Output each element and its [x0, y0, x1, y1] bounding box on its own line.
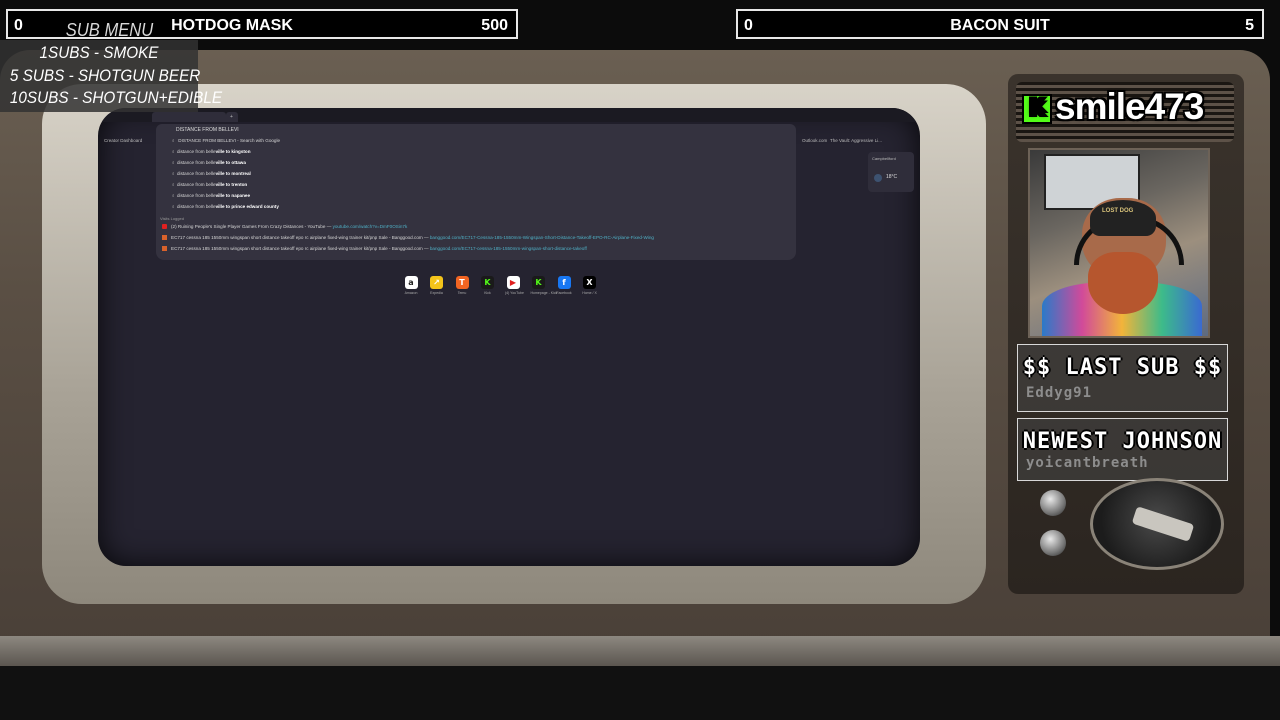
newest-johnson-name: yoicantbreath: [1026, 455, 1149, 471]
shortcut-tile[interactable]: K Homepage - Kick: [530, 276, 558, 295]
bookmark-item[interactable]: Creator Dashboard: [104, 138, 142, 143]
banggood-icon: [162, 246, 167, 252]
shortcut-icon: K: [481, 276, 494, 289]
search-suggestion[interactable]: ⌕ distance from belleville to napanee: [172, 193, 250, 198]
browser-tabstrip: +: [98, 108, 920, 122]
search-suggestion[interactable]: ⌕ distance from belleville to prince edwa…: [172, 204, 279, 209]
search-icon: ⌕: [172, 138, 175, 143]
search-suggestion[interactable]: ⌕ distance from belleville to trenton: [172, 182, 247, 187]
shortcut-tiles: a Amazon ↗ Expedia T Temu K Kick ▶ (4) YouTube K Ho…: [403, 276, 603, 306]
shortcut-label: Kick: [484, 291, 491, 295]
weather-icon: [874, 174, 882, 182]
shortcut-tile[interactable]: a Amazon: [403, 276, 419, 295]
shortcut-tile[interactable]: f Facebook: [556, 276, 572, 295]
channel-dial: [1090, 478, 1224, 570]
submenu-item: 1SUBS - SMOKE: [39, 43, 159, 62]
address-text: DISTANCE FROM BELLEVI: [176, 127, 239, 133]
newest-johnson-box: NEWEST JOHNSON yoicantbreath: [1017, 418, 1228, 481]
newest-johnson-title: NEWEST JOHNSON: [1022, 429, 1223, 454]
goal-target: 5: [1245, 17, 1254, 34]
shortcut-label: Home / X: [582, 291, 597, 295]
shortcut-tile[interactable]: K Kick: [480, 276, 496, 295]
shortcut-label: Facebook: [556, 291, 572, 295]
last-sub-title: $$ LAST SUB $$: [1022, 355, 1223, 380]
last-sub-name: Eddyg91: [1026, 385, 1093, 401]
search-suggestion[interactable]: ⌕ DISTANCE FROM BELLEVI - Search with Go…: [172, 138, 280, 143]
weather-location: Campbellford: [872, 156, 896, 161]
search-suggestion[interactable]: ⌕ distance from belleville to ottawa: [172, 160, 246, 165]
goal-bar-bacon-suit: 0 BACON SUIT 5: [736, 9, 1264, 39]
streamer-name: smile473: [1055, 86, 1204, 127]
shortcut-icon: f: [557, 276, 571, 289]
brightness-knob: [1040, 490, 1066, 516]
color-knob: [1040, 530, 1066, 556]
tv-screen: + Creator Dashboard Outlook.com The Vaul…: [98, 108, 920, 566]
floor: [0, 666, 1280, 720]
browser-tab[interactable]: [152, 112, 226, 122]
search-suggestion[interactable]: ⌕ distance from belleville to montreal: [172, 171, 251, 176]
new-tab-button[interactable]: +: [226, 112, 238, 122]
kick-logo-icon: K: [1022, 94, 1052, 125]
shortcut-label: (4) YouTube: [505, 291, 524, 295]
history-item[interactable]: EC717 cessna 185 1550mm wingspan short d…: [162, 246, 587, 252]
shortcut-icon: ↗: [430, 276, 443, 289]
shortcut-tile[interactable]: T Temu: [454, 276, 470, 295]
shortcut-label: Homepage - Kick: [530, 291, 558, 295]
submenu-item: 5 SUBS - SHOTGUN BEER: [9, 65, 201, 85]
history-item[interactable]: (2) Ruining People's Single Player Games…: [162, 224, 407, 230]
cap: [1090, 200, 1156, 236]
shortcut-icon: K: [532, 276, 545, 289]
omnibox-dropdown: ⌕ DISTANCE FROM BELLEVI - Search with Go…: [156, 136, 796, 260]
bookmark-item[interactable]: Outlook.com: [802, 138, 827, 143]
shortcut-label: Amazon: [404, 291, 418, 295]
last-sub-box: $$ LAST SUB $$ Eddyg91: [1017, 344, 1228, 412]
goal-target: 500: [481, 17, 508, 34]
shortcut-icon: a: [404, 276, 418, 289]
youtube-icon: [162, 224, 167, 230]
streamer-name-banner: Ksmile473: [1022, 86, 1204, 127]
submenu-title: SUB MENU: [65, 20, 154, 40]
search-suggestion[interactable]: ⌕ distance from belleville to kingston: [172, 149, 251, 154]
banggood-icon: [162, 235, 167, 241]
shortcut-icon: T: [455, 276, 469, 289]
tv-base: [0, 636, 1280, 666]
shortcut-label: Expedia: [430, 291, 443, 295]
shortcut-icon: ▶: [506, 276, 520, 289]
history-label: Visits Logged: [160, 216, 184, 221]
shortcut-tile[interactable]: ↗ Expedia: [429, 276, 445, 295]
submenu-item: 10SUBS - SHOTGUN+EDIBLE: [9, 88, 223, 107]
goal-name: BACON SUIT: [950, 17, 1050, 34]
webcam-feed: LOST DOG: [1028, 148, 1210, 338]
submenu-panel: 1SUBS - SMOKE 5 SUBS - SHOTGUN BEER 10SU…: [0, 40, 223, 112]
cap-text: LOST DOG: [1102, 208, 1134, 214]
shortcut-tile[interactable]: ▶ (4) YouTube: [505, 276, 524, 295]
bookmark-item[interactable]: The Vault: Aggressive Li...: [830, 138, 882, 143]
weather-temp: 18°C: [886, 174, 898, 180]
shortcut-label: Temu: [457, 291, 467, 295]
shortcut-icon: X: [583, 276, 596, 289]
weather-widget[interactable]: Campbellford 18°C: [868, 152, 914, 192]
shortcut-tile[interactable]: X Home / X: [582, 276, 598, 295]
address-bar[interactable]: DISTANCE FROM BELLEVI: [156, 124, 796, 136]
history-item[interactable]: EC717 cessna 185 1550mm wingspan short d…: [162, 235, 654, 241]
